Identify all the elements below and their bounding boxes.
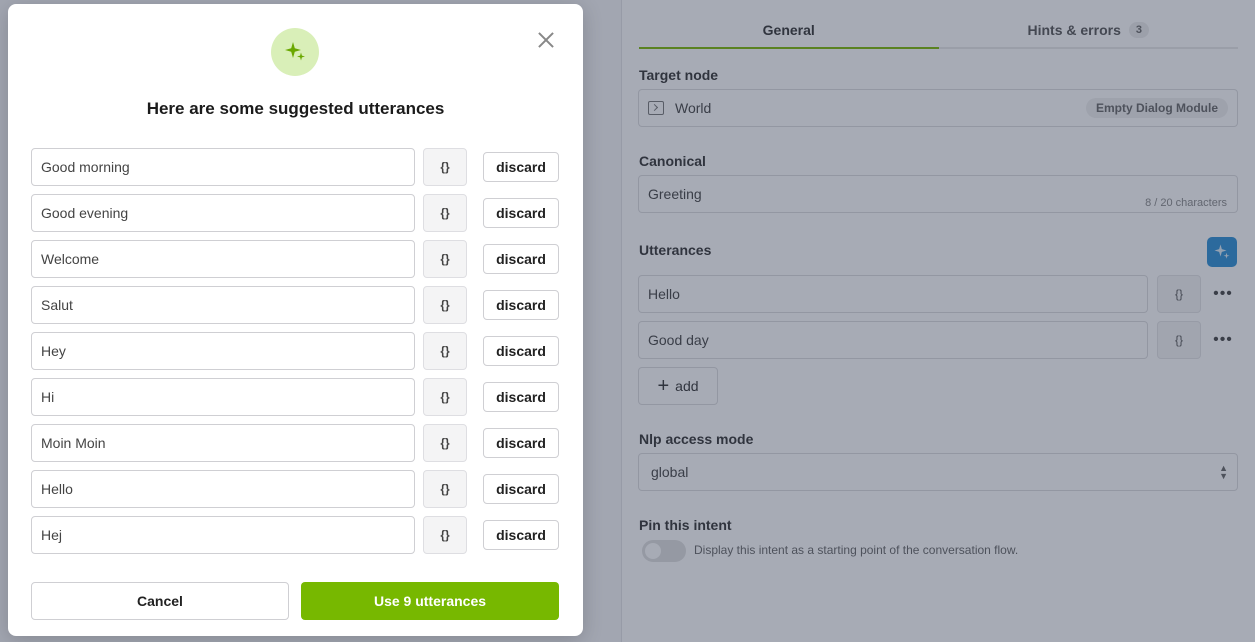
suggestion-row: Good morning {} discard <box>31 148 559 186</box>
variable-button[interactable]: {} <box>423 378 467 416</box>
suggestion-input[interactable]: Welcome <box>31 240 415 278</box>
variable-button[interactable]: {} <box>423 194 467 232</box>
suggestion-input[interactable]: Hi <box>31 378 415 416</box>
cancel-button[interactable]: Cancel <box>31 582 289 620</box>
sparkle-badge <box>271 28 319 76</box>
discard-button[interactable]: discard <box>483 290 559 320</box>
discard-button[interactable]: discard <box>483 198 559 228</box>
discard-button[interactable]: discard <box>483 244 559 274</box>
discard-button[interactable]: discard <box>483 428 559 458</box>
suggestion-text: Moin Moin <box>41 435 106 451</box>
suggestion-row: Salut {} discard <box>31 286 559 324</box>
suggestion-row: Hey {} discard <box>31 332 559 370</box>
variable-button[interactable]: {} <box>423 240 467 278</box>
discard-button[interactable]: discard <box>483 382 559 412</box>
discard-button[interactable]: discard <box>483 152 559 182</box>
suggestion-input[interactable]: Good evening <box>31 194 415 232</box>
suggestion-text: Good evening <box>41 205 129 221</box>
suggestion-row: Moin Moin {} discard <box>31 424 559 462</box>
suggestion-text: Hej <box>41 527 63 543</box>
variable-button[interactable]: {} <box>423 424 467 462</box>
variable-button[interactable]: {} <box>423 286 467 324</box>
suggestion-text: Hey <box>41 343 66 359</box>
suggestion-input[interactable]: Salut <box>31 286 415 324</box>
suggestion-text: Good morning <box>41 159 130 175</box>
suggestion-row: Hi {} discard <box>31 378 559 416</box>
discard-button[interactable]: discard <box>483 520 559 550</box>
variable-button[interactable]: {} <box>423 332 467 370</box>
suggestion-text: Welcome <box>41 251 100 267</box>
suggestion-row: Good evening {} discard <box>31 194 559 232</box>
suggestion-input[interactable]: Hey <box>31 332 415 370</box>
variable-button[interactable]: {} <box>423 148 467 186</box>
dialog-title: Here are some suggested utterances <box>146 99 445 118</box>
suggestion-text: Hi <box>41 389 55 405</box>
suggestion-input[interactable]: Good morning <box>31 148 415 186</box>
suggested-utterances-dialog: Here are some suggested utterances Good … <box>8 4 583 636</box>
suggestion-input[interactable]: Moin Moin <box>31 424 415 462</box>
suggestion-text: Hello <box>41 481 73 497</box>
suggestion-row: Welcome {} discard <box>31 240 559 278</box>
suggestion-text: Salut <box>41 297 73 313</box>
suggestion-row: Hello {} discard <box>31 470 559 508</box>
discard-button[interactable]: discard <box>483 474 559 504</box>
sparkle-icon <box>285 42 305 61</box>
suggestion-row: Hej {} discard <box>31 516 559 554</box>
close-icon[interactable] <box>536 30 556 50</box>
use-utterances-button[interactable]: Use 9 utterances <box>301 582 559 620</box>
variable-button[interactable]: {} <box>423 516 467 554</box>
variable-button[interactable]: {} <box>423 470 467 508</box>
suggestion-input[interactable]: Hej <box>31 516 415 554</box>
discard-button[interactable]: discard <box>483 336 559 366</box>
suggestion-input[interactable]: Hello <box>31 470 415 508</box>
